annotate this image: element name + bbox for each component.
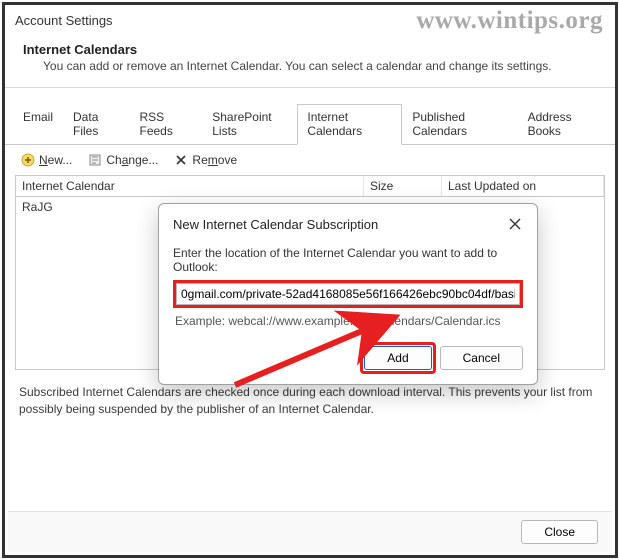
calendar-url-input[interactable] (176, 283, 520, 305)
tab-data-files[interactable]: Data Files (63, 104, 129, 144)
th-size[interactable]: Size (364, 176, 442, 196)
tab-internet-calendars[interactable]: Internet Calendars (297, 104, 402, 145)
section-heading: Internet Calendars (23, 42, 597, 57)
new-button[interactable]: New... (17, 151, 76, 169)
th-last-updated[interactable]: Last Updated on (442, 176, 604, 196)
subtitle-area: Internet Calendars You can add or remove… (5, 32, 615, 87)
new-icon (21, 153, 35, 167)
table-header: Internet Calendar Size Last Updated on (16, 176, 604, 197)
add-button-highlight: Add (364, 346, 431, 370)
toolbar: New... Change... Remove (5, 145, 615, 175)
example-text: Example: webcal://www.example.com/calend… (173, 314, 523, 328)
dialog-btn-row: Add Cancel (173, 346, 523, 370)
tab-sharepoint-lists[interactable]: SharePoint Lists (202, 104, 297, 144)
header-section: Account Settings (5, 5, 615, 32)
dialog-title: New Internet Calendar Subscription (173, 217, 378, 232)
change-button[interactable]: Change... (84, 151, 162, 169)
section-desc: You can add or remove an Internet Calend… (23, 59, 597, 73)
close-button[interactable]: Close (521, 520, 598, 544)
dialog-body: Enter the location of the Internet Calen… (159, 242, 537, 384)
close-icon[interactable] (503, 212, 527, 236)
add-button[interactable]: Add (364, 346, 431, 370)
window-title: Account Settings (15, 13, 605, 28)
remove-icon (174, 153, 188, 167)
remove-button[interactable]: Remove (170, 151, 241, 169)
tab-rss-feeds[interactable]: RSS Feeds (129, 104, 202, 144)
th-internet-calendar[interactable]: Internet Calendar (16, 176, 364, 196)
remove-label: Remove (192, 153, 237, 167)
new-label: New... (39, 153, 72, 167)
bottom-bar: Close (8, 511, 612, 552)
account-settings-window: www.wintips.org Account Settings Interne… (2, 2, 618, 558)
input-highlight (173, 280, 523, 308)
change-icon (88, 153, 102, 167)
tabs-row: Email Data Files RSS Feeds SharePoint Li… (5, 104, 615, 145)
tab-published-calendars[interactable]: Published Calendars (402, 104, 517, 144)
cancel-button[interactable]: Cancel (440, 346, 523, 370)
tab-address-books[interactable]: Address Books (518, 104, 607, 144)
tab-email[interactable]: Email (13, 104, 63, 144)
divider (5, 87, 615, 88)
change-label: Change... (106, 153, 158, 167)
new-calendar-dialog: New Internet Calendar Subscription Enter… (158, 203, 538, 385)
dialog-prompt: Enter the location of the Internet Calen… (173, 246, 523, 274)
dialog-titlebar: New Internet Calendar Subscription (159, 204, 537, 242)
